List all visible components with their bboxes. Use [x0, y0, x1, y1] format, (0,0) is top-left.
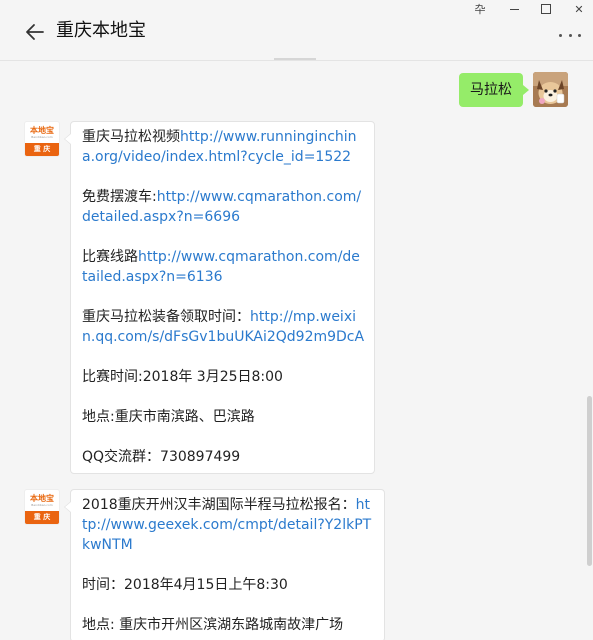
close-button[interactable]: ✕	[565, 0, 593, 18]
logo-text: 本地宝	[30, 126, 54, 135]
message-text: 重庆马拉松装备领取时间：	[82, 309, 250, 325]
incoming-message: 本地宝 Bendibao.com 重 庆 重庆马拉松视频http://www.r…	[24, 121, 375, 474]
message-paragraph: 地点:重庆市南滨路、巴滨路	[82, 407, 365, 427]
message-text: 2018重庆开州汉丰湖国际半程马拉松报名：	[82, 497, 356, 513]
message-text: 重庆马拉松视频	[82, 129, 180, 145]
minimize-icon	[509, 8, 519, 10]
logo-subtext: Bendibao.com	[31, 135, 53, 139]
message-paragraph: 重庆马拉松视频http://www.runninginchina.org/vid…	[82, 127, 365, 167]
scrollbar-thumb[interactable]	[587, 396, 592, 566]
pin-icon[interactable]: 卆	[466, 0, 494, 18]
message-paragraph: 时间：2018年4月15日上午8:30	[82, 575, 375, 595]
message-text: 比赛时间:2018年 3月25日8:00	[82, 369, 283, 385]
logo-top: 本地宝 Bendibao.com	[25, 122, 59, 143]
minimize-button[interactable]	[500, 0, 528, 18]
message-paragraph: 免费摆渡车:http://www.cqmarathon.com/detailed…	[82, 187, 365, 227]
logo-subtext: Bendibao.com	[31, 503, 53, 507]
arrow-left-icon	[26, 24, 44, 40]
maximize-button[interactable]	[532, 0, 560, 18]
message-text: QQ交流群：730897499	[82, 449, 241, 465]
message-paragraph: 比赛线路http://www.cqmarathon.com/detailed.a…	[82, 247, 365, 287]
message-paragraph: 2018重庆开州汉丰湖国际半程马拉松报名：http://www.geexek.c…	[82, 495, 375, 555]
message-text: 时间：2018年4月15日上午8:30	[82, 577, 288, 593]
logo-city: 重 庆	[25, 143, 59, 156]
more-dot-icon	[568, 33, 572, 37]
incoming-message: 本地宝 Bendibao.com 重 庆 2018重庆开州汉丰湖国际半程马拉松报…	[24, 489, 385, 640]
more-dot-icon	[578, 33, 581, 37]
message-text: 地点: 重庆市开州区滨湖东路城南故津广场	[82, 617, 344, 633]
logo-city: 重 庆	[25, 511, 59, 524]
title-bar: 卆 ✕ 重庆本地宝	[0, 0, 593, 61]
bendibao-avatar[interactable]: 本地宝 Bendibao.com 重 庆	[24, 489, 60, 525]
logo-top: 本地宝 Bendibao.com	[25, 490, 59, 511]
message-paragraph: 地点: 重庆市开州区滨湖东路城南故津广场	[82, 615, 375, 635]
more-options-button[interactable]	[559, 30, 581, 40]
user-avatar[interactable]	[533, 72, 568, 107]
load-more-indicator	[274, 58, 316, 60]
message-paragraph: 重庆马拉松装备领取时间：http://mp.weixin.qq.com/s/dF…	[82, 307, 365, 347]
outgoing-bubble[interactable]: 马拉松	[459, 73, 529, 107]
outgoing-message: 马拉松	[459, 72, 568, 107]
message-text: 免费摆渡车:	[82, 189, 157, 205]
message-paragraph: QQ交流群：730897499	[82, 447, 365, 467]
logo-text: 本地宝	[30, 494, 54, 503]
message-text: 地点:重庆市南滨路、巴滨路	[82, 409, 255, 425]
incoming-bubble[interactable]: 重庆马拉松视频http://www.runninginchina.org/vid…	[64, 121, 375, 474]
incoming-bubble[interactable]: 2018重庆开州汉丰湖国际半程马拉松报名：http://www.geexek.c…	[64, 489, 385, 640]
back-button[interactable]	[24, 21, 46, 43]
chat-window: 卆 ✕ 重庆本地宝 马拉松 本地宝 Bendibao.com 重 庆 重庆马拉松…	[0, 0, 593, 640]
page-title: 重庆本地宝	[56, 20, 146, 41]
maximize-icon	[541, 4, 551, 14]
message-paragraph: 比赛时间:2018年 3月25日8:00	[82, 367, 365, 387]
message-text: 比赛线路	[82, 249, 138, 265]
dog-avatar-icon	[533, 72, 568, 107]
more-dot-icon	[559, 33, 562, 37]
bendibao-avatar[interactable]: 本地宝 Bendibao.com 重 庆	[24, 121, 60, 157]
chat-area[interactable]: 马拉松 本地宝 Bendibao.com 重 庆 重庆马拉松视频http://w…	[0, 61, 593, 640]
